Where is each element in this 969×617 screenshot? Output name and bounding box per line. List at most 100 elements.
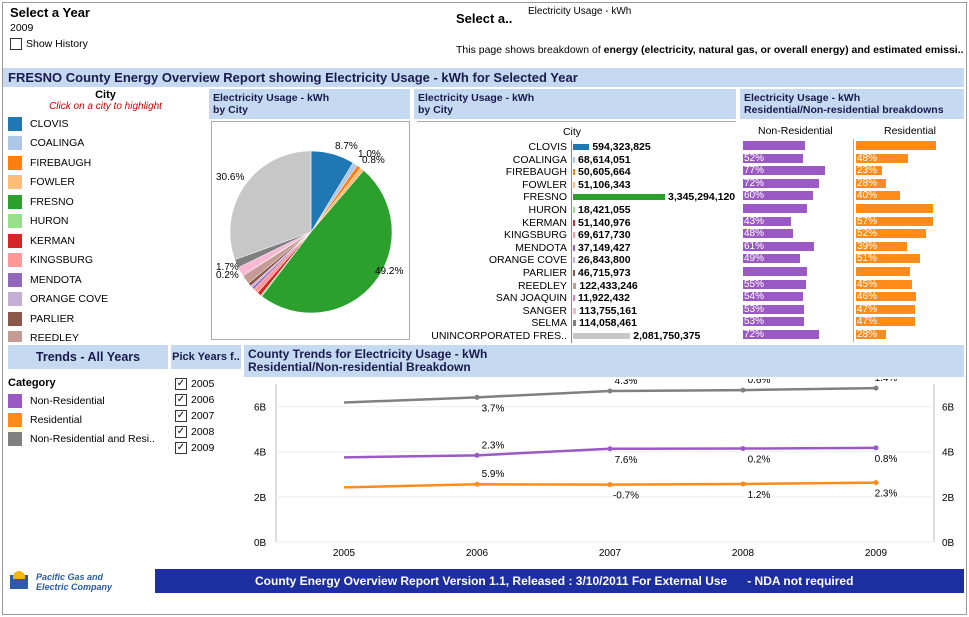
- trend-point[interactable]: [873, 385, 879, 391]
- checkbox[interactable]: ✓: [175, 378, 187, 390]
- checkbox[interactable]: ✓: [175, 410, 187, 422]
- bar-category-label[interactable]: REEDLEY: [417, 280, 567, 292]
- res-pct: 57%: [857, 215, 878, 227]
- bar-clovis[interactable]: [573, 144, 590, 150]
- bar-kingsburg[interactable]: [573, 232, 575, 239]
- bar-category-label[interactable]: FIREBAUGH: [417, 166, 567, 178]
- year-checkbox-2007[interactable]: ✓ 2007: [175, 408, 214, 424]
- nonres-bar[interactable]: [743, 267, 807, 276]
- bar-category-label[interactable]: SAN JOAQUIN: [417, 292, 567, 304]
- legend-swatch: [8, 331, 22, 342]
- bar-parlier[interactable]: [573, 270, 575, 276]
- trend-pct-label: 7.6%: [615, 455, 638, 466]
- bar-category-label[interactable]: FOWLER: [417, 179, 567, 191]
- show-history-toggle[interactable]: Show History: [10, 38, 88, 50]
- nonres-pct: 77%: [744, 165, 765, 177]
- nonres-pct: 49%: [744, 253, 765, 265]
- legend-item-kingsburg[interactable]: KINGSBURG: [8, 251, 203, 271]
- y-tick-left: 0B: [254, 538, 267, 549]
- bar-reedley[interactable]: [573, 282, 577, 289]
- legend-item-firebaugh[interactable]: FIREBAUGH: [8, 153, 203, 173]
- y-tick-right: 2B: [942, 493, 955, 504]
- pie-label: 30.6%: [216, 172, 244, 183]
- bar-firebaugh[interactable]: [573, 169, 575, 176]
- checkbox[interactable]: ✓: [175, 442, 187, 454]
- trend-point[interactable]: [873, 480, 879, 486]
- bar-huron[interactable]: [573, 207, 575, 213]
- bar-fowler[interactable]: [573, 181, 575, 188]
- bar-unincorporated-fres-[interactable]: [573, 333, 631, 339]
- bar-category-label[interactable]: COALINGA: [417, 154, 567, 166]
- year-checkbox-2008[interactable]: ✓ 2008: [175, 424, 214, 440]
- legend-item-orange-cove[interactable]: ORANGE COVE: [8, 290, 203, 310]
- category-item[interactable]: Residential: [8, 410, 168, 429]
- legend-item-clovis[interactable]: CLOVIS: [8, 114, 203, 134]
- res-bar[interactable]: [856, 204, 933, 213]
- year-checkbox-2005[interactable]: ✓ 2005: [175, 376, 214, 392]
- nonres-bar[interactable]: [743, 204, 807, 213]
- trend-pct-label: 2.3%: [482, 440, 505, 451]
- trend-point[interactable]: [873, 445, 879, 451]
- x-tick: 2009: [865, 548, 888, 559]
- trend-point[interactable]: [474, 481, 480, 487]
- bar-category-label[interactable]: CLOVIS: [417, 141, 567, 153]
- bar-category-label[interactable]: SELMA: [417, 317, 567, 329]
- trend-point[interactable]: [474, 394, 480, 400]
- nonres-bar[interactable]: [743, 141, 805, 150]
- city-legend: City Click on a city to highlight CLOVIS…: [8, 89, 203, 342]
- bar-fresno[interactable]: [573, 194, 665, 201]
- bar-mendota[interactable]: [573, 244, 575, 251]
- legend-item-kerman[interactable]: KERMAN: [8, 231, 203, 251]
- legend-item-reedley[interactable]: REEDLEY: [8, 329, 203, 342]
- trend-point[interactable]: [740, 446, 746, 452]
- year-checkbox-2009[interactable]: ✓ 2009: [175, 440, 214, 456]
- bar-category-label[interactable]: MENDOTA: [417, 242, 567, 254]
- bar-category-label[interactable]: HURON: [417, 204, 568, 216]
- checkbox[interactable]: ✓: [175, 394, 187, 406]
- legend-item-coalinga[interactable]: COALINGA: [8, 134, 203, 154]
- bar-category-label[interactable]: FRESNO: [417, 191, 567, 203]
- legend-item-fowler[interactable]: FOWLER: [8, 173, 203, 193]
- bar-category-label[interactable]: UNINCORPORATED FRES..: [417, 330, 567, 342]
- checkbox[interactable]: ✓: [175, 426, 187, 438]
- bar-selma[interactable]: [573, 320, 577, 327]
- bar-san-joaquin[interactable]: [573, 295, 575, 302]
- trend-point[interactable]: [607, 482, 613, 488]
- bar-orange-cove[interactable]: [573, 257, 575, 264]
- bar-coalinga[interactable]: [573, 156, 575, 163]
- year-value[interactable]: 2009: [10, 22, 33, 34]
- legend-label: CLOVIS: [30, 117, 69, 130]
- bar-category-label[interactable]: ORANGE COVE: [417, 254, 567, 266]
- footer-release-text: County Energy Overview Report Version 1.…: [255, 574, 728, 588]
- show-history-checkbox[interactable]: [10, 38, 22, 50]
- bar-sanger[interactable]: [573, 307, 577, 314]
- energy-type-value[interactable]: Electricity Usage - kWh: [528, 6, 631, 17]
- trend-line-chart[interactable]: 6B 6B 4B 4B 2B 2B 0B 0B 2005 2006 2007 2008 2009 3.7%…: [244, 373, 964, 567]
- category-item[interactable]: Non-Residential and Resi..: [8, 429, 168, 448]
- bar-value-label: 51,140,976: [578, 216, 631, 229]
- res-bar[interactable]: [856, 267, 910, 276]
- col-res-header: Residential: [884, 125, 936, 137]
- trend-point[interactable]: [474, 452, 480, 458]
- trend-point[interactable]: [607, 388, 613, 394]
- legend-item-mendota[interactable]: MENDOTA: [8, 270, 203, 290]
- pie-label: 0.2%: [216, 270, 239, 281]
- trend-point[interactable]: [740, 481, 746, 487]
- pie-chart[interactable]: 8.7%1.0%0.8%30.6%49.2%1.7%0.2%: [212, 122, 411, 341]
- bar-category-label[interactable]: PARLIER: [417, 267, 567, 279]
- bar-category-label[interactable]: KINGSBURG: [417, 229, 567, 241]
- category-label: Non-Residential and Resi..: [30, 432, 155, 445]
- legend-item-fresno[interactable]: FRESNO: [8, 192, 203, 212]
- bar-kerman[interactable]: [573, 219, 575, 226]
- bar-category-label[interactable]: SANGER: [417, 305, 567, 317]
- trend-point[interactable]: [740, 387, 746, 393]
- category-item[interactable]: Non-Residential: [8, 391, 168, 410]
- legend-item-huron[interactable]: HURON: [8, 212, 203, 232]
- trend-point[interactable]: [607, 446, 613, 452]
- category-label: Residential: [30, 413, 82, 426]
- legend-item-parlier[interactable]: PARLIER: [8, 309, 203, 329]
- year-checkbox-2006[interactable]: ✓ 2006: [175, 392, 214, 408]
- category-swatch: [8, 431, 22, 446]
- bar-category-label[interactable]: KERMAN: [417, 217, 567, 229]
- res-bar[interactable]: [856, 141, 936, 150]
